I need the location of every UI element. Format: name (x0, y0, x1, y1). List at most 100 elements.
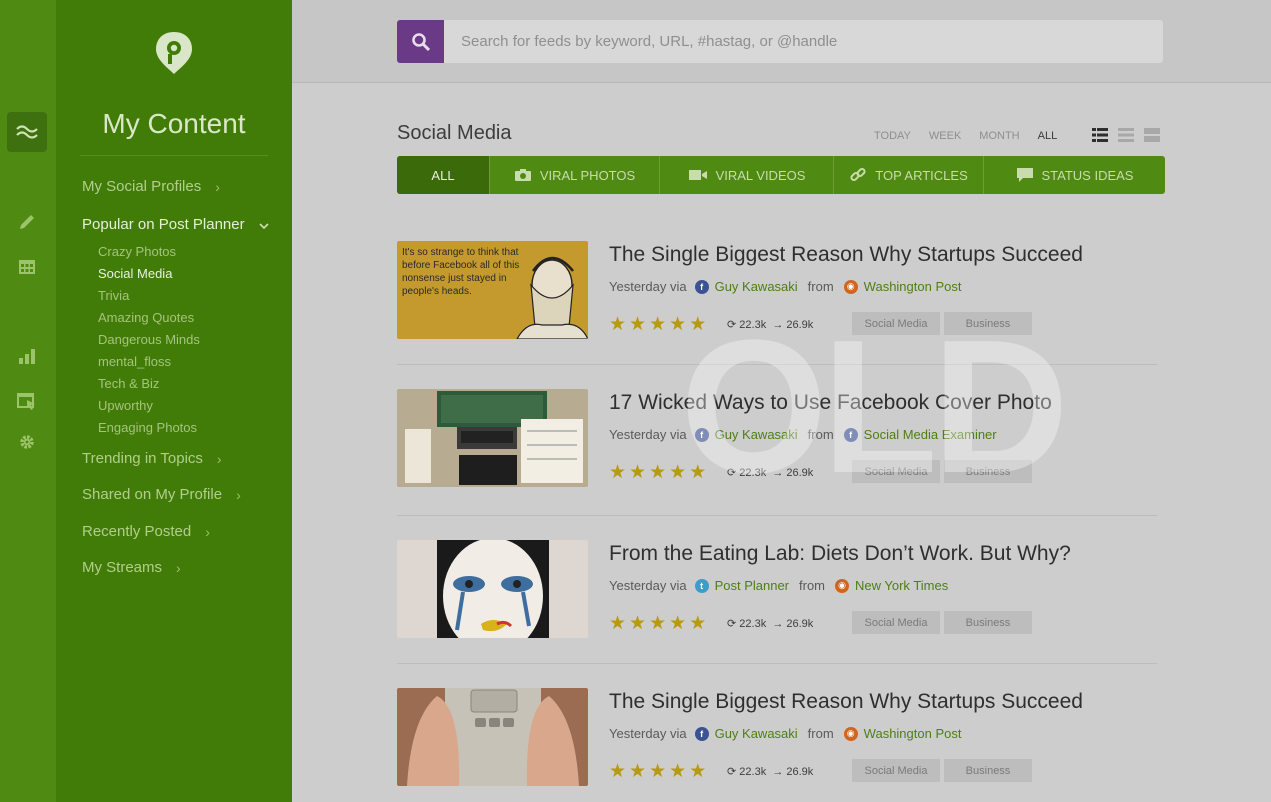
article-meta: Yesterday via t Post Planner from ◉ New … (609, 578, 948, 593)
rss-icon: ◉ (835, 578, 850, 593)
share-count: 22.3k (739, 618, 767, 630)
sidebar-item-my-streams[interactable]: My Streams › (82, 559, 181, 576)
search-button[interactable] (397, 20, 444, 63)
divider (397, 515, 1157, 516)
tag-badge[interactable]: Social Media (852, 611, 940, 634)
sidebar-subitem-active[interactable]: Social Media (98, 266, 172, 281)
sidebar-item-trending[interactable]: Trending in Topics › (82, 450, 222, 467)
sidebar-title: My Content (80, 96, 268, 156)
tag-badge[interactable]: Social Media (852, 759, 940, 782)
chevron-right-icon: › (216, 450, 222, 467)
article-meta: Yesterday via f Guy Kawasaki from ◉ Wash… (609, 726, 961, 741)
sidebar-subitem[interactable]: mental_floss (98, 354, 171, 369)
search-input[interactable] (453, 20, 1153, 63)
tab-all[interactable]: ALL (397, 156, 490, 194)
author-link[interactable]: Guy Kawasaki (715, 279, 798, 294)
source-link[interactable]: New York Times (855, 578, 948, 593)
pencil-icon[interactable] (7, 202, 47, 242)
list-view-icon[interactable] (1118, 127, 1134, 143)
sidebar-item-label: Recently Posted (82, 523, 192, 540)
click-count: 26.9k (786, 766, 814, 778)
sidebar-subitem[interactable]: Crazy Photos (98, 244, 176, 259)
feed-item[interactable]: The Single Biggest Reason Why Startups S… (397, 688, 1157, 802)
article-thumbnail[interactable] (397, 540, 588, 638)
post-planner-logo[interactable] (154, 30, 194, 76)
clicks-arrow-icon: → (772, 618, 784, 630)
tab-status-ideas[interactable]: STATUS IDEAS (984, 156, 1165, 194)
engagement-stats: ⟳ 22.3k → 26.9k (727, 765, 813, 778)
article-title[interactable]: The Single Biggest Reason Why Startups S… (609, 690, 1083, 714)
article-thumbnail[interactable] (397, 688, 588, 786)
video-camera-icon (688, 170, 707, 180)
article-title[interactable]: From the Eating Lab: Diets Don’t Work. B… (609, 542, 1071, 566)
chevron-right-icon: › (215, 178, 220, 195)
sidebar-item-label: My Streams (82, 559, 163, 576)
bar-chart-icon[interactable] (7, 336, 47, 376)
speech-bubble-icon (1016, 168, 1033, 182)
portrait-illustration (516, 256, 588, 339)
facebook-icon: f (694, 726, 709, 741)
source-link[interactable]: Washington Post (864, 279, 962, 294)
from-label: from (807, 726, 834, 741)
top-bar (292, 0, 1271, 83)
posted-when: Yesterday via (609, 427, 687, 442)
sidebar-item-label: Popular on Post Planner (82, 216, 245, 233)
icon-rail (0, 0, 56, 802)
time-filter-all[interactable]: ALL (1038, 130, 1058, 142)
tag-badge[interactable]: Business (944, 759, 1032, 782)
clicks-arrow-icon: → (772, 766, 784, 778)
time-filter-today[interactable]: TODAY (874, 130, 911, 142)
share-count: 22.3k (739, 766, 767, 778)
content-type-tabs: ALL VIRAL PHOTOS VIRAL VIDEOS TOP ARTICL… (397, 156, 1165, 194)
star-rating: ★ ★ ★ ★ ★ (609, 613, 707, 634)
tab-label: VIRAL PHOTOS (539, 167, 636, 183)
streams-icon[interactable] (7, 112, 47, 152)
sidebar-subitem[interactable]: Engaging Photos (98, 420, 197, 435)
divider (397, 663, 1157, 664)
article-thumbnail[interactable] (397, 389, 588, 487)
chevron-right-icon: › (205, 523, 210, 540)
sidebar-item-popular[interactable]: Popular on Post Planner (82, 216, 269, 233)
sidebar-item-my-social-profiles[interactable]: My Social Profiles › (82, 178, 220, 195)
compact-view-icon[interactable] (1144, 127, 1160, 143)
sidebar-item-shared[interactable]: Shared on My Profile › (82, 486, 241, 503)
gear-icon[interactable] (7, 422, 47, 462)
window-cursor-icon[interactable] (7, 382, 47, 422)
author-link[interactable]: Post Planner (715, 578, 789, 593)
article-thumbnail[interactable]: It's so strange to think that before Fac… (397, 241, 588, 339)
sidebar-item-label: Shared on My Profile (82, 486, 223, 503)
click-count: 26.9k (786, 618, 814, 630)
calendar-icon[interactable] (7, 246, 47, 286)
search-icon (411, 32, 430, 51)
tab-top-articles[interactable]: TOP ARTICLES (834, 156, 984, 194)
author-link[interactable]: Guy Kawasaki (715, 726, 798, 741)
tab-viral-photos[interactable]: VIRAL PHOTOS (490, 156, 660, 194)
engagement-stats: ⟳ 22.3k → 26.9k (727, 617, 813, 630)
chevron-right-icon: › (236, 486, 241, 503)
feed-item[interactable]: From the Eating Lab: Diets Don’t Work. B… (397, 540, 1157, 668)
posted-when: Yesterday via (609, 578, 687, 593)
sidebar: My Content My Social Profiles › Popular … (56, 0, 292, 802)
sidebar-subitem[interactable]: Trivia (98, 288, 129, 303)
link-icon (850, 167, 866, 182)
tab-viral-videos[interactable]: VIRAL VIDEOS (660, 156, 834, 194)
time-filter-month[interactable]: MONTH (979, 130, 1019, 142)
article-title[interactable]: The Single Biggest Reason Why Startups S… (609, 243, 1083, 267)
search-bar (397, 20, 1163, 63)
from-label: from (807, 279, 834, 294)
shares-icon: ⟳ (727, 766, 737, 778)
grid-list-view-icon[interactable] (1092, 127, 1108, 143)
tab-label: VIRAL VIDEOS (715, 167, 806, 183)
chevron-right-icon: › (176, 559, 181, 576)
facebook-icon: f (694, 279, 709, 294)
tag-badge[interactable]: Business (944, 611, 1032, 634)
sidebar-subitem[interactable]: Tech & Biz (98, 376, 159, 391)
time-filter-week[interactable]: WEEK (929, 130, 961, 142)
sidebar-subitem[interactable]: Amazing Quotes (98, 310, 194, 325)
sidebar-subitem[interactable]: Upworthy (98, 398, 153, 413)
posted-when: Yesterday via (609, 726, 687, 741)
sidebar-item-recently-posted[interactable]: Recently Posted › (82, 523, 210, 540)
sidebar-subitem[interactable]: Dangerous Minds (98, 332, 200, 347)
rss-icon: ◉ (843, 279, 858, 294)
source-link[interactable]: Washington Post (864, 726, 962, 741)
